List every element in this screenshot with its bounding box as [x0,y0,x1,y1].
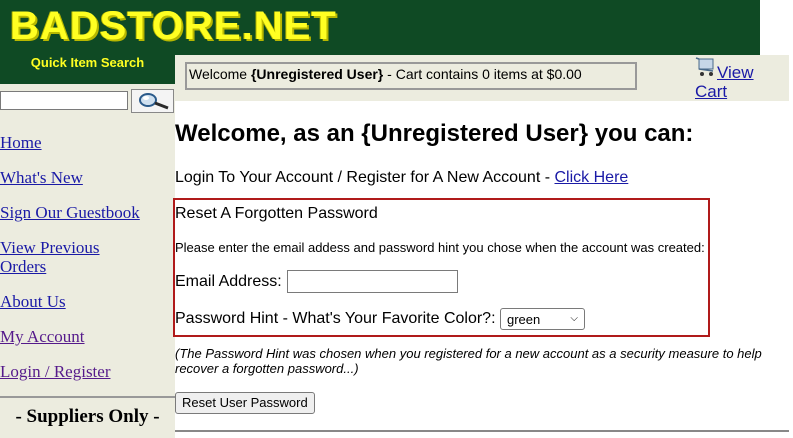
quick-search-input[interactable] [0,91,128,110]
password-hint-label: Password Hint - What's Your Favorite Col… [175,310,496,327]
password-hint-select[interactable]: green ⌵ [500,308,585,330]
sidebar-item-previous-orders[interactable]: View Previous Orders [0,238,150,276]
login-click-here-link[interactable]: Click Here [555,169,629,186]
reset-password-instructions: Please enter the email addess and passwo… [175,240,705,255]
search-button[interactable] [131,89,174,113]
sidebar-item-login-register[interactable]: Login / Register [0,362,110,381]
current-user: {Unregistered User} [250,66,384,82]
reset-password-button[interactable]: Reset User Password [175,392,315,414]
email-field[interactable] [287,270,458,293]
quick-search-label: Quick Item Search [0,55,175,84]
reset-password-heading: Reset A Forgotten Password [175,205,378,222]
chevron-down-icon: ⌵ [570,313,578,324]
search-icon [139,93,169,110]
page-title: Welcome, as an {Unregistered User} you c… [175,120,694,147]
header-banner: BADSTORE.NET [0,0,760,55]
divider [175,430,789,432]
email-label: Email Address: [175,273,282,290]
sidebar-item-whats-new[interactable]: What's New [0,168,83,187]
sidebar: Home What's New Sign Our Guestbook View … [0,84,175,438]
cart-summary: - Cart contains 0 items at $0.00 [383,66,582,82]
password-hint-selected-value: green [507,312,541,327]
view-cart-link[interactable]: View Cart [695,63,775,101]
sidebar-item-about-us[interactable]: About Us [0,292,66,311]
sidebar-item-my-account[interactable]: My Account [0,327,85,346]
login-register-text: Login To Your Account / Register for A N… [175,169,555,186]
login-register-line: Login To Your Account / Register for A N… [175,169,628,187]
sidebar-item-home[interactable]: Home [0,133,42,152]
status-bar: Welcome {Unregistered User} - Cart conta… [175,55,789,101]
suppliers-only-menu[interactable]: - Suppliers Only - [0,396,175,438]
site-logo[interactable]: BADSTORE.NET [10,4,337,48]
reset-password-form: Reset A Forgotten Password Please enter … [173,198,710,337]
sidebar-item-guestbook[interactable]: Sign Our Guestbook [0,203,140,222]
welcome-cart-status: Welcome {Unregistered User} - Cart conta… [185,62,637,90]
welcome-prefix: Welcome [189,66,251,82]
password-hint-note: (The Password Hint was chosen when you r… [175,346,762,376]
